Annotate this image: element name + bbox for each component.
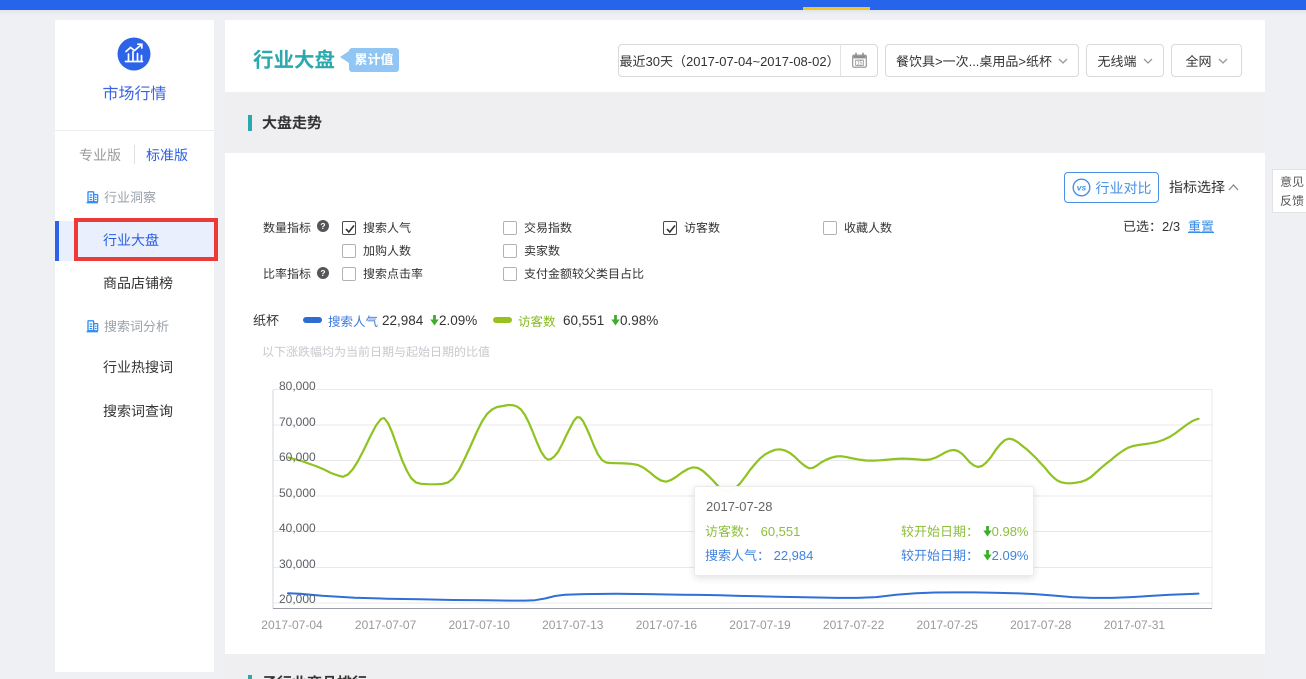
svg-text:vs: vs bbox=[1076, 183, 1086, 193]
